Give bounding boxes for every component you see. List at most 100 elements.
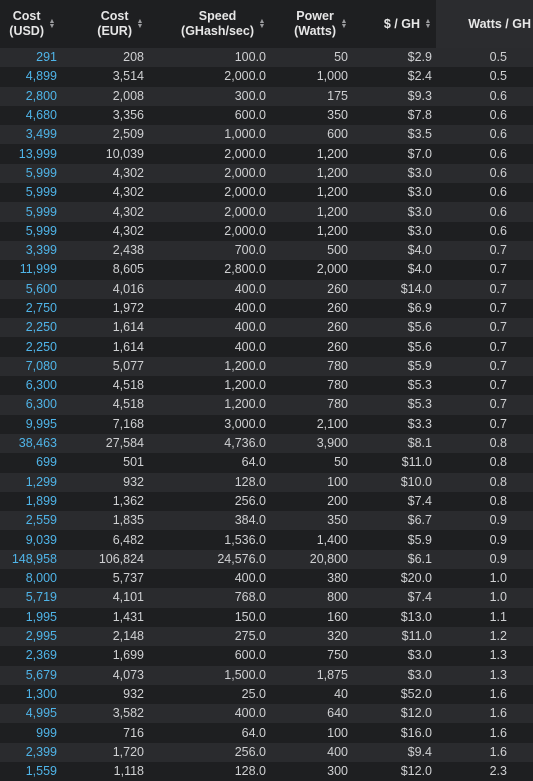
table-row[interactable]: 2,369 1,699 600.0 750 $3.0 1.3 — [0, 646, 533, 666]
cost-usd-cell[interactable]: 5,719 — [0, 588, 60, 608]
watts-per-gh-cell: 0.9 — [436, 549, 533, 570]
cost-usd-cell[interactable]: 291 — [0, 48, 60, 68]
table-row[interactable]: 148,958 106,824 24,576.0 20,800 $6.1 0.9 — [0, 549, 533, 570]
table-row[interactable]: 2,250 1,614 400.0 260 $5.6 0.7 — [0, 318, 533, 338]
header-watts-per-gh[interactable]: Watts / GH — [436, 0, 533, 48]
table-row[interactable]: 8,000 5,737 400.0 380 $20.0 1.0 — [0, 569, 533, 589]
speed-cell: 128.0 — [148, 761, 270, 781]
table-row[interactable]: 3,499 2,509 1,000.0 600 $3.5 0.6 — [0, 125, 533, 145]
table-row[interactable]: 7,080 5,077 1,200.0 780 $5.9 0.7 — [0, 356, 533, 377]
header-speed[interactable]: Speed (GHash/sec) ▲ ▼ — [148, 0, 270, 48]
cost-usd-cell[interactable]: 5,999 — [0, 202, 60, 222]
cost-usd-cell[interactable]: 1,899 — [0, 491, 60, 512]
cost-usd-cell[interactable]: 5,999 — [0, 183, 60, 203]
cost-usd-cell[interactable]: 699 — [0, 453, 60, 473]
header-cost-eur[interactable]: Cost (EUR) ▲ ▼ — [60, 0, 148, 48]
table-row[interactable]: 1,899 1,362 256.0 200 $7.4 0.8 — [0, 491, 533, 512]
table-row[interactable]: 5,679 4,073 1,500.0 1,875 $3.0 1.3 — [0, 665, 533, 685]
table-row[interactable]: 5,999 4,302 2,000.0 1,200 $3.0 0.6 — [0, 221, 533, 241]
cost-usd-cell[interactable]: 148,958 — [0, 549, 60, 570]
header-dollars-per-gh[interactable]: $ / GH ▲ ▼ — [352, 0, 436, 48]
table-row[interactable]: 1,559 1,118 128.0 300 $12.0 2.3 — [0, 761, 533, 781]
table-row[interactable]: 999 716 64.0 100 $16.0 1.6 — [0, 723, 533, 743]
sort-arrows-icon[interactable]: ▲ ▼ — [48, 18, 56, 30]
power-cell: 780 — [270, 395, 352, 415]
cost-eur-cell: 4,518 — [60, 395, 148, 415]
table-row[interactable]: 13,999 10,039 2,000.0 1,200 $7.0 0.6 — [0, 144, 533, 164]
table-row[interactable]: 6,300 4,518 1,200.0 780 $5.3 0.7 — [0, 376, 533, 396]
header-cost-usd[interactable]: Cost (USD) ▲ ▼ — [0, 0, 60, 48]
cost-usd-cell[interactable]: 2,250 — [0, 337, 60, 357]
sort-arrows-icon[interactable]: ▲ ▼ — [340, 18, 348, 30]
sort-arrows-icon[interactable]: ▲ ▼ — [136, 18, 144, 30]
table-row[interactable]: 38,463 27,584 4,736.0 3,900 $8.1 0.8 — [0, 433, 533, 454]
table-row[interactable]: 5,600 4,016 400.0 260 $14.0 0.7 — [0, 279, 533, 299]
table-row[interactable]: 3,399 2,438 700.0 500 $4.0 0.7 — [0, 240, 533, 261]
cost-usd-cell[interactable]: 2,800 — [0, 86, 60, 106]
cost-usd-cell[interactable]: 4,995 — [0, 704, 60, 724]
cost-usd-cell[interactable]: 2,750 — [0, 298, 60, 319]
cost-usd-cell[interactable]: 2,369 — [0, 646, 60, 666]
cost-usd-cell[interactable]: 7,080 — [0, 356, 60, 377]
watts-per-gh-cell: 0.7 — [436, 279, 533, 299]
table-row[interactable]: 5,999 4,302 2,000.0 1,200 $3.0 0.6 — [0, 163, 533, 184]
sort-arrows-icon[interactable]: ▲ ▼ — [258, 18, 266, 30]
table-row[interactable]: 4,995 3,582 400.0 640 $12.0 1.6 — [0, 704, 533, 724]
table-row[interactable]: 291 208 100.0 50 $2.9 0.5 — [0, 48, 533, 68]
cost-usd-cell[interactable]: 5,679 — [0, 665, 60, 685]
watts-per-gh-cell: 2.3 — [436, 761, 533, 781]
cost-usd-cell[interactable]: 2,250 — [0, 318, 60, 338]
table-row[interactable]: 6,300 4,518 1,200.0 780 $5.3 0.7 — [0, 395, 533, 415]
header-power[interactable]: Power (Watts) ▲ ▼ — [270, 0, 352, 48]
cost-usd-cell[interactable]: 9,039 — [0, 530, 60, 550]
cost-usd-cell[interactable]: 6,300 — [0, 395, 60, 415]
cost-usd-cell[interactable]: 999 — [0, 723, 60, 743]
table-row[interactable]: 2,250 1,614 400.0 260 $5.6 0.7 — [0, 337, 533, 357]
power-cell: 1,200 — [270, 163, 352, 184]
table-row[interactable]: 9,039 6,482 1,536.0 1,400 $5.9 0.9 — [0, 530, 533, 550]
cost-usd-cell[interactable]: 1,559 — [0, 761, 60, 781]
cost-usd-cell[interactable]: 6,300 — [0, 376, 60, 396]
cost-usd-cell[interactable]: 3,499 — [0, 125, 60, 145]
cost-usd-cell[interactable]: 2,995 — [0, 626, 60, 647]
table-row[interactable]: 699 501 64.0 50 $11.0 0.8 — [0, 453, 533, 473]
cost-usd-cell[interactable]: 4,680 — [0, 105, 60, 126]
cost-usd-cell[interactable]: 9,995 — [0, 414, 60, 434]
cost-eur-cell: 4,302 — [60, 183, 148, 203]
cost-usd-cell[interactable]: 2,559 — [0, 511, 60, 531]
table-row[interactable]: 11,999 8,605 2,800.0 2,000 $4.0 0.7 — [0, 260, 533, 280]
cost-usd-cell[interactable]: 5,999 — [0, 163, 60, 184]
table-row[interactable]: 4,899 3,514 2,000.0 1,000 $2.4 0.5 — [0, 67, 533, 87]
dollars-per-gh-cell: $4.0 — [352, 240, 436, 261]
table-row[interactable]: 5,999 4,302 2,000.0 1,200 $3.0 0.6 — [0, 202, 533, 222]
cost-usd-cell[interactable]: 4,899 — [0, 67, 60, 87]
table-row[interactable]: 5,719 4,101 768.0 800 $7.4 1.0 — [0, 588, 533, 608]
dollars-per-gh-cell: $6.1 — [352, 549, 436, 570]
speed-cell: 2,000.0 — [148, 67, 270, 87]
table-row[interactable]: 9,995 7,168 3,000.0 2,100 $3.3 0.7 — [0, 414, 533, 434]
header-label-line2: (GHash/sec) — [181, 24, 254, 38]
cost-usd-cell[interactable]: 8,000 — [0, 569, 60, 589]
cost-usd-cell[interactable]: 13,999 — [0, 144, 60, 164]
table-row[interactable]: 2,399 1,720 256.0 400 $9.4 1.6 — [0, 742, 533, 762]
power-cell: 100 — [270, 723, 352, 743]
table-row[interactable]: 5,999 4,302 2,000.0 1,200 $3.0 0.6 — [0, 183, 533, 203]
cost-usd-cell[interactable]: 2,399 — [0, 742, 60, 762]
table-row[interactable]: 2,995 2,148 275.0 320 $11.0 1.2 — [0, 626, 533, 647]
sort-arrows-icon[interactable]: ▲ ▼ — [424, 18, 432, 30]
table-row[interactable]: 2,559 1,835 384.0 350 $6.7 0.9 — [0, 511, 533, 531]
cost-usd-cell[interactable]: 1,299 — [0, 472, 60, 492]
cost-usd-cell[interactable]: 5,600 — [0, 279, 60, 299]
table-row[interactable]: 2,800 2,008 300.0 175 $9.3 0.6 — [0, 86, 533, 106]
table-row[interactable]: 1,995 1,431 150.0 160 $13.0 1.1 — [0, 607, 533, 627]
cost-usd-cell[interactable]: 3,399 — [0, 240, 60, 261]
cost-usd-cell[interactable]: 38,463 — [0, 433, 60, 454]
table-row[interactable]: 1,300 932 25.0 40 $52.0 1.6 — [0, 684, 533, 705]
table-row[interactable]: 1,299 932 128.0 100 $10.0 0.8 — [0, 472, 533, 492]
cost-usd-cell[interactable]: 1,300 — [0, 684, 60, 705]
cost-usd-cell[interactable]: 5,999 — [0, 221, 60, 241]
table-row[interactable]: 2,750 1,972 400.0 260 $6.9 0.7 — [0, 298, 533, 319]
cost-usd-cell[interactable]: 11,999 — [0, 260, 60, 280]
cost-usd-cell[interactable]: 1,995 — [0, 607, 60, 627]
table-row[interactable]: 4,680 3,356 600.0 350 $7.8 0.6 — [0, 105, 533, 126]
